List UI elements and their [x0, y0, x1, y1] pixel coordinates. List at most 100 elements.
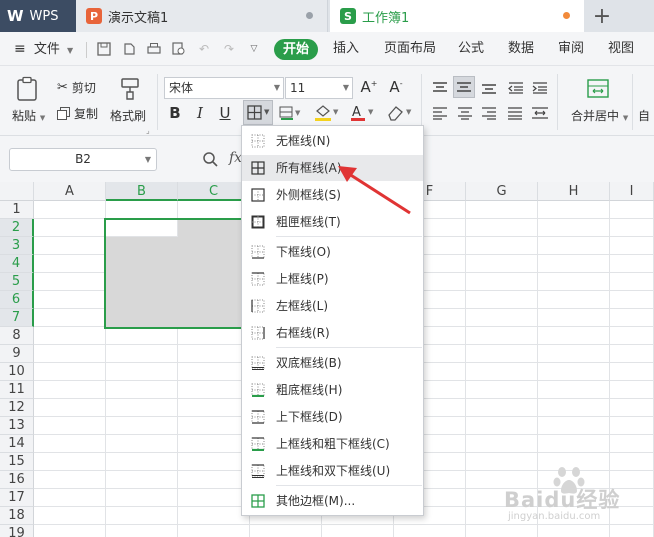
tab-view[interactable]: 视图: [608, 32, 634, 66]
paste-button[interactable]: [16, 76, 40, 102]
ribbon-divider: [421, 74, 422, 130]
increase-font-size-button[interactable]: A+: [360, 77, 378, 97]
row-header-10[interactable]: 10: [0, 363, 34, 381]
chevron-down-icon: ▼: [264, 108, 270, 116]
row-header-18[interactable]: 18: [0, 507, 34, 525]
row-header-14[interactable]: 14: [0, 435, 34, 453]
row-header-9[interactable]: 9: [0, 345, 34, 363]
row-header-17[interactable]: 17: [0, 489, 34, 507]
row-header-16[interactable]: 16: [0, 471, 34, 489]
align-top-icon: [433, 82, 447, 92]
menu-item-top-double-bottom-border[interactable]: 上框线和双下框线(U): [242, 458, 423, 484]
customize-toolbar-icon[interactable]: ▽: [246, 41, 262, 57]
align-bottom-button[interactable]: [480, 79, 498, 97]
column-header-g[interactable]: G: [466, 182, 538, 201]
grid-column-line: [465, 201, 466, 537]
align-right-button[interactable]: [480, 104, 498, 122]
font-color-button[interactable]: A ▼: [350, 103, 376, 123]
menu-item-top-thick-bottom-border[interactable]: 上框线和粗下框线(C): [242, 431, 423, 457]
row-header-15[interactable]: 15: [0, 453, 34, 471]
menu-item-thick-bottom-border[interactable]: 粗底框线(H): [242, 377, 423, 403]
row-header-5[interactable]: 5: [0, 273, 34, 291]
file-menu[interactable]: ≡ 文件 ▼: [14, 32, 73, 66]
menu-item-bottom-double-border[interactable]: 双底框线(B): [242, 350, 423, 376]
selection-border[interactable]: [104, 218, 244, 329]
select-all-corner[interactable]: [0, 182, 34, 201]
menu-item-bottom-border[interactable]: 下框线(O): [242, 239, 423, 265]
tab-wps-home[interactable]: W WPS: [0, 0, 76, 32]
row-header-12[interactable]: 12: [0, 399, 34, 417]
align-middle-button[interactable]: [453, 76, 475, 98]
column-header-c[interactable]: C: [178, 182, 250, 201]
row-header-3[interactable]: 3: [0, 237, 34, 255]
underline-button[interactable]: U: [216, 102, 234, 124]
menu-item-top-bottom-border[interactable]: 上下框线(D): [242, 404, 423, 430]
column-header-b[interactable]: B: [106, 182, 178, 201]
justify-button[interactable]: [506, 104, 524, 122]
decrease-font-size-button[interactable]: A-: [387, 77, 405, 97]
column-header-h[interactable]: H: [538, 182, 610, 201]
merge-center-label[interactable]: 合并居中 ▼: [571, 107, 628, 124]
export-icon[interactable]: [121, 41, 137, 57]
cell-style-button[interactable]: ▼: [278, 103, 302, 123]
cut-button[interactable]: ✂ 剪切: [57, 78, 117, 96]
bold-button[interactable]: B: [166, 102, 184, 124]
new-tab-button[interactable]: +: [584, 0, 620, 32]
red-pointer-arrow: [338, 166, 411, 215]
zoom-search-icon[interactable]: [202, 151, 218, 170]
row-header-6[interactable]: 6: [0, 291, 34, 309]
tab-insert[interactable]: 插入: [333, 32, 359, 66]
row-header-19[interactable]: 19: [0, 525, 34, 537]
align-top-button[interactable]: [431, 79, 449, 97]
dialog-launcher-icon[interactable]: ⌟: [146, 126, 150, 135]
menu-item-no-border[interactable]: 无框线(N): [242, 128, 423, 154]
align-center-button[interactable]: [456, 104, 474, 122]
row-header-1[interactable]: 1: [0, 201, 34, 219]
format-painter-label: 格式刷: [110, 109, 147, 123]
tab-workbook[interactable]: S 工作簿1: [330, 0, 584, 32]
row-header-11[interactable]: 11: [0, 381, 34, 399]
outdent-icon: [508, 82, 523, 94]
menu-item-more-borders[interactable]: 其他边框(M)...: [242, 488, 423, 514]
print-preview-icon[interactable]: [171, 41, 187, 57]
border-dropdown-button[interactable]: ▼: [243, 100, 273, 125]
print-icon[interactable]: [146, 41, 162, 57]
merge-center-button[interactable]: [586, 78, 610, 100]
redo-icon[interactable]: ↷: [221, 41, 237, 57]
auto-wrap-label[interactable]: 自: [638, 107, 650, 124]
right-border-icon: [251, 326, 265, 340]
row-header-4[interactable]: 4: [0, 255, 34, 273]
clear-format-button[interactable]: ▼: [386, 103, 414, 123]
row-header-7[interactable]: 7: [0, 309, 34, 327]
menu-item-right-border[interactable]: 右框线(R): [242, 320, 423, 346]
column-header-a[interactable]: A: [34, 182, 106, 201]
menu-item-left-border[interactable]: 左框线(L): [242, 293, 423, 319]
tab-page-layout[interactable]: 页面布局: [384, 32, 436, 66]
font-size-select[interactable]: 11 ▼: [285, 77, 353, 99]
format-painter-button[interactable]: [118, 76, 142, 102]
row-header-8[interactable]: 8: [0, 327, 34, 345]
row-header-2[interactable]: 2: [0, 219, 34, 237]
tab-review[interactable]: 审阅: [558, 32, 584, 66]
undo-icon[interactable]: ↶: [196, 41, 212, 57]
column-header-i[interactable]: I: [610, 182, 654, 201]
distributed-align-button[interactable]: [530, 104, 550, 122]
tab-presentation[interactable]: P 演示文稿1: [76, 0, 328, 32]
italic-icon: I: [197, 104, 203, 122]
font-name-select[interactable]: 宋体 ▼: [164, 77, 284, 99]
increase-indent-button[interactable]: [531, 79, 549, 97]
tab-data[interactable]: 数据: [508, 32, 534, 66]
menu-item-top-border[interactable]: 上框线(P): [242, 266, 423, 292]
copy-button[interactable]: 复制: [57, 104, 117, 122]
tab-formulas[interactable]: 公式: [458, 32, 484, 66]
decrease-indent-button[interactable]: [507, 79, 525, 97]
align-left-button[interactable]: [431, 104, 449, 122]
row-header-13[interactable]: 13: [0, 417, 34, 435]
fill-color-button[interactable]: ▼: [314, 103, 340, 123]
save-icon[interactable]: [96, 41, 112, 57]
paste-label[interactable]: 粘贴 ▼: [12, 107, 45, 124]
tab-start[interactable]: 开始: [274, 39, 318, 60]
name-box[interactable]: B2 ▼: [9, 148, 157, 171]
eraser-icon: ▼: [388, 106, 412, 121]
italic-button[interactable]: I: [191, 102, 209, 124]
